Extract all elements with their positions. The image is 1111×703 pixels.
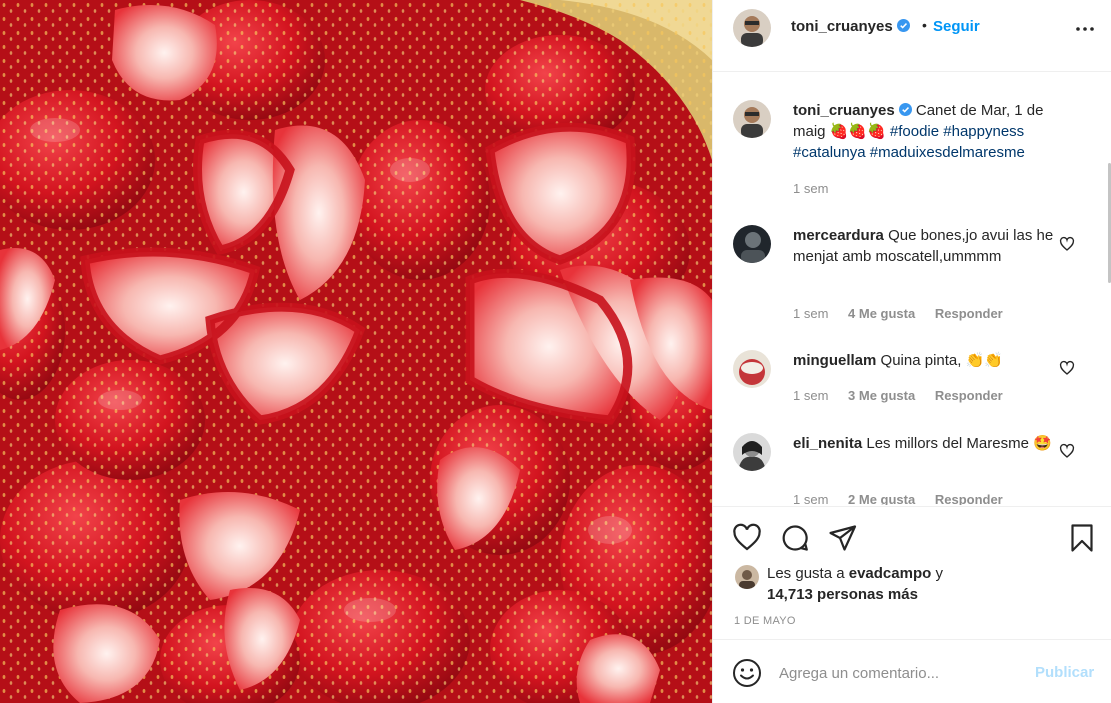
bookmark-icon[interactable] <box>1066 522 1098 554</box>
post-header: toni_cruanyes • Seguir <box>713 0 1111 72</box>
comment-meta: 1 sem 2 Me gusta Responder <box>793 492 1019 505</box>
comment-item: minguellam Quina pinta, 👏👏 1 sem 3 Me gu… <box>733 350 1093 420</box>
send-icon[interactable] <box>827 522 859 554</box>
commenter-avatar[interactable] <box>733 350 771 388</box>
publish-button[interactable]: Publicar <box>1035 664 1094 681</box>
comment-heart-icon[interactable] <box>1059 236 1075 252</box>
post-date[interactable]: 1 DE MAYO <box>734 615 796 627</box>
comment-text: eli_nenita Les millors del Maresme 🤩 <box>793 433 1063 454</box>
hashtag-maduixesdelmaresme[interactable]: #maduixesdelmaresme <box>870 144 1025 161</box>
reply-button[interactable]: Responder <box>935 388 1003 403</box>
author-username-text[interactable]: toni_cruanyes <box>791 18 893 35</box>
comment-input[interactable] <box>779 660 1019 686</box>
heart-icon[interactable] <box>731 522 763 554</box>
author-username[interactable]: toni_cruanyes <box>791 18 910 35</box>
strawberry-emojis: 🍓🍓🍓 <box>829 123 886 140</box>
liker-username[interactable]: evadcampo <box>849 565 932 582</box>
comment-time[interactable]: 1 sem <box>793 388 828 403</box>
comment-bubble-icon[interactable] <box>779 522 811 554</box>
comment-meta: 1 sem 3 Me gusta Responder <box>793 388 1019 403</box>
comment-username[interactable]: merceardura <box>793 227 884 244</box>
action-bar: Les gusta a evadcampo y 14,713 personas … <box>713 506 1111 639</box>
verified-badge-icon <box>896 19 910 32</box>
comment-username[interactable]: eli_nenita <box>793 435 862 452</box>
follow-button[interactable]: Seguir <box>933 18 980 35</box>
comment-likes[interactable]: 4 Me gusta <box>848 306 915 321</box>
verified-badge-icon <box>898 103 912 116</box>
caption-text: toni_cruanyes Canet de Mar, 1 de maig 🍓🍓… <box>793 100 1063 163</box>
comment-item: eli_nenita Les millors del Maresme 🤩 1 s… <box>733 433 1093 505</box>
comment-item: merceardura Que bones,jo avui las he men… <box>733 225 1093 335</box>
likes-suffix: y <box>931 565 943 582</box>
caption: toni_cruanyes Canet de Mar, 1 de maig 🍓🍓… <box>733 100 1093 210</box>
reply-button[interactable]: Responder <box>935 492 1003 505</box>
comment-meta: 1 sem 4 Me gusta Responder <box>793 306 1019 321</box>
comment-time[interactable]: 1 sem <box>793 306 828 321</box>
comment-heart-icon[interactable] <box>1059 360 1075 376</box>
comment-body: Quina pinta, 👏👏 <box>880 352 1003 369</box>
author-avatar[interactable] <box>733 9 771 47</box>
likes-text: Les gusta a evadcampo y 14,713 personas … <box>767 563 1087 605</box>
more-horizontal-icon[interactable] <box>1073 17 1097 41</box>
smiley-face-icon[interactable] <box>732 658 762 688</box>
post-photo[interactable] <box>0 0 712 703</box>
comment-text: minguellam Quina pinta, 👏👏 <box>793 350 1063 371</box>
caption-meta: 1 sem <box>793 181 844 196</box>
commenter-avatar[interactable] <box>733 225 771 263</box>
likes-count[interactable]: 14,713 personas más <box>767 586 918 603</box>
hashtag-catalunya[interactable]: #catalunya <box>793 144 866 161</box>
hashtag-happyness[interactable]: #happyness <box>943 123 1024 140</box>
separator-dot: • <box>922 17 927 33</box>
commenter-avatar[interactable] <box>733 433 771 471</box>
comment-username[interactable]: minguellam <box>793 352 876 369</box>
caption-username[interactable]: toni_cruanyes <box>793 102 895 119</box>
add-comment-bar: Publicar <box>713 639 1111 703</box>
caption-avatar[interactable] <box>733 100 771 138</box>
comment-body: Les millors del Maresme 🤩 <box>866 435 1052 452</box>
caption-time[interactable]: 1 sem <box>793 181 828 196</box>
comments-list[interactable]: toni_cruanyes Canet de Mar, 1 de maig 🍓🍓… <box>713 73 1111 505</box>
comment-time[interactable]: 1 sem <box>793 492 828 505</box>
comment-heart-icon[interactable] <box>1059 443 1075 459</box>
likes-prefix: Les gusta a <box>767 565 849 582</box>
reply-button[interactable]: Responder <box>935 306 1003 321</box>
comment-likes[interactable]: 3 Me gusta <box>848 388 915 403</box>
comment-text: merceardura Que bones,jo avui las he men… <box>793 225 1063 267</box>
liker-avatar[interactable] <box>735 565 759 589</box>
hashtag-foodie[interactable]: #foodie <box>890 123 939 140</box>
strawberries-image <box>0 0 712 703</box>
comment-likes[interactable]: 2 Me gusta <box>848 492 915 505</box>
post-side-panel: toni_cruanyes • Seguir toni_cruanyes Can… <box>712 0 1111 703</box>
